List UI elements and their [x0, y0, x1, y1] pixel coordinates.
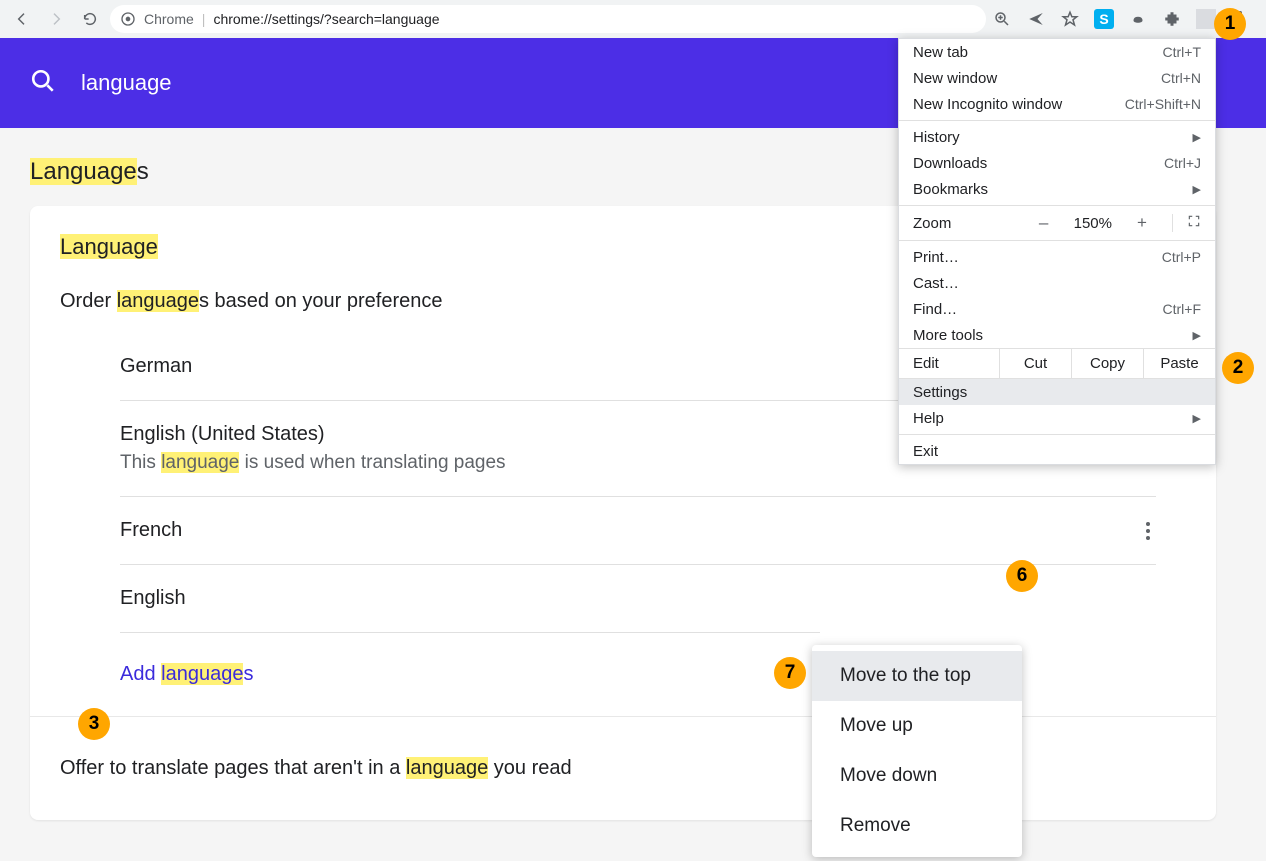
zoom-in-button[interactable]: + [1132, 213, 1152, 233]
step-badge-3: 3 [78, 708, 110, 740]
menu-settings[interactable]: Settings [899, 379, 1215, 405]
menu-new-tab[interactable]: New tabCtrl+T [899, 39, 1215, 65]
menu-cut[interactable]: Cut [999, 349, 1071, 378]
offer-translate-label: Offer to translate pages that aren't in … [30, 716, 1216, 800]
action-remove[interactable]: Remove [812, 801, 1022, 851]
language-name: German [120, 355, 192, 378]
skype-extension-icon[interactable]: S [1094, 9, 1114, 29]
language-name: English (United States) [120, 423, 506, 446]
step-badge-7: 7 [774, 657, 806, 689]
language-name: French [120, 519, 182, 542]
browser-toolbar: Chrome | chrome://settings/?search=langu… [0, 0, 1266, 38]
menu-paste[interactable]: Paste [1143, 349, 1215, 378]
forward-button[interactable] [42, 5, 70, 33]
star-icon[interactable] [1060, 9, 1080, 29]
menu-exit[interactable]: Exit [899, 438, 1215, 464]
zoom-level: 150% [1074, 215, 1112, 232]
extensions-icon[interactable] [1162, 9, 1182, 29]
menu-edit: Edit Cut Copy Paste [899, 348, 1215, 379]
menu-new-window[interactable]: New windowCtrl+N [899, 65, 1215, 91]
profile-avatar[interactable] [1196, 9, 1216, 29]
step-badge-1: 1 [1214, 8, 1246, 40]
search-icon [30, 68, 56, 99]
menu-find[interactable]: Find…Ctrl+F [899, 296, 1215, 322]
menu-more-tools[interactable]: More tools▶ [899, 322, 1215, 348]
language-actions-button[interactable] [1146, 522, 1156, 540]
chevron-right-icon: ▶ [1193, 329, 1201, 342]
menu-bookmarks[interactable]: Bookmarks▶ [899, 176, 1215, 202]
chrome-icon [120, 11, 136, 27]
add-languages-button[interactable]: Add languages [30, 633, 1216, 686]
language-row-english: English [120, 565, 820, 633]
language-name: English [120, 587, 186, 610]
menu-print[interactable]: Print…Ctrl+P [899, 244, 1215, 270]
chevron-right-icon: ▶ [1193, 412, 1201, 425]
menu-history[interactable]: History▶ [899, 124, 1215, 150]
menu-cast[interactable]: Cast… [899, 270, 1215, 296]
language-row-french: French [120, 497, 1156, 565]
chevron-right-icon: ▶ [1193, 183, 1201, 196]
chrome-menu-dropdown: New tabCtrl+T New windowCtrl+N New Incog… [898, 38, 1216, 465]
menu-copy[interactable]: Copy [1071, 349, 1143, 378]
menu-help[interactable]: Help▶ [899, 405, 1215, 431]
action-move-up[interactable]: Move up [812, 701, 1022, 751]
back-button[interactable] [8, 5, 36, 33]
step-badge-6: 6 [1006, 560, 1038, 592]
omnibox-origin: Chrome [144, 11, 194, 27]
menu-zoom: Zoom – 150% + [899, 209, 1215, 237]
reload-button[interactable] [76, 5, 104, 33]
action-move-to-top[interactable]: Move to the top [812, 651, 1022, 701]
zoom-out-button[interactable]: – [1034, 213, 1054, 233]
zoom-icon[interactable] [992, 9, 1012, 29]
omnibox-divider: | [202, 11, 206, 27]
send-icon[interactable] [1026, 9, 1046, 29]
chevron-right-icon: ▶ [1193, 131, 1201, 144]
language-action-menu: Move to the top Move up Move down Remove [812, 645, 1022, 857]
language-subtext: This language is used when translating p… [120, 452, 506, 474]
address-bar[interactable]: Chrome | chrome://settings/?search=langu… [110, 5, 986, 33]
menu-downloads[interactable]: DownloadsCtrl+J [899, 150, 1215, 176]
search-query[interactable]: language [81, 70, 172, 96]
action-move-down[interactable]: Move down [812, 751, 1022, 801]
step-badge-2: 2 [1222, 352, 1254, 384]
fullscreen-button[interactable] [1172, 214, 1201, 232]
omnibox-url: chrome://settings/?search=language [213, 11, 439, 27]
menu-incognito[interactable]: New Incognito windowCtrl+Shift+N [899, 91, 1215, 117]
extension-icon-1[interactable] [1128, 9, 1148, 29]
